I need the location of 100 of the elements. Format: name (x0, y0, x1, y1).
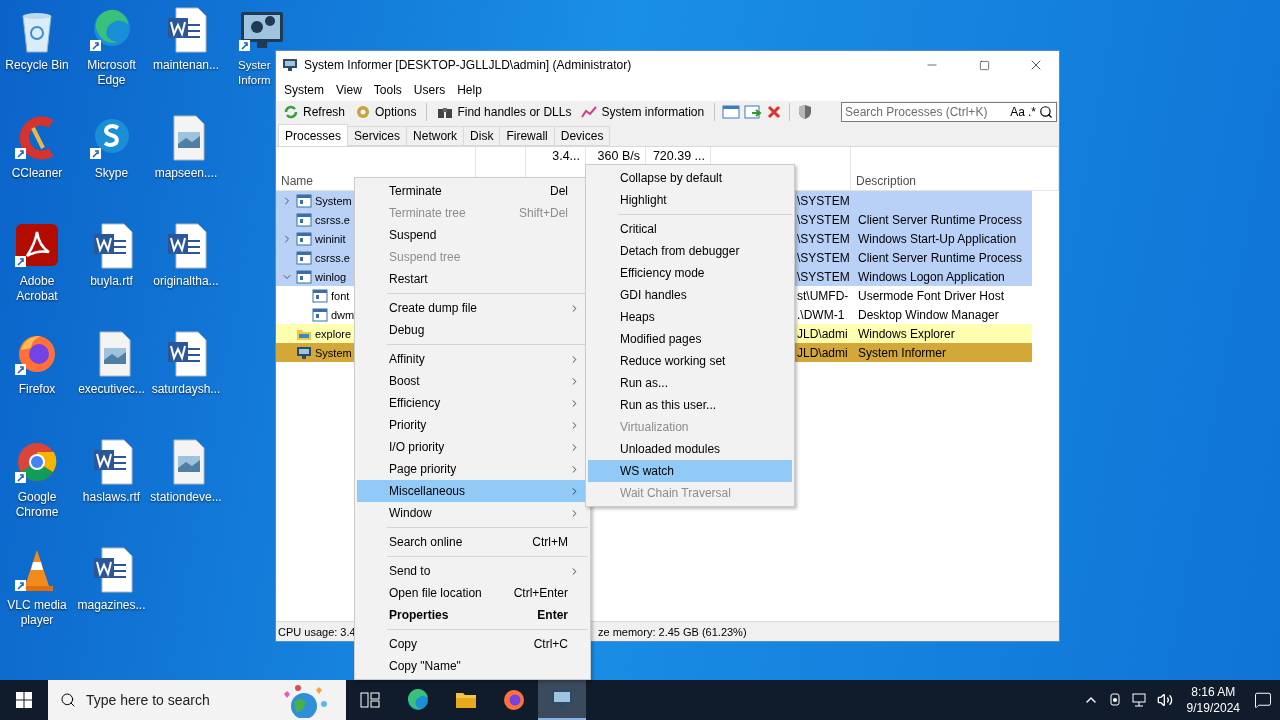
process-icon (296, 250, 312, 265)
shield-icon[interactable] (797, 104, 814, 120)
menu-item[interactable]: GDI handles (588, 284, 792, 306)
process-name: winlog (315, 270, 347, 283)
menu-item[interactable]: Properties Enter (357, 604, 588, 626)
firefox-icon (502, 689, 526, 711)
search-icon (60, 692, 76, 708)
menu-item[interactable]: Critical (588, 218, 792, 240)
search-field[interactable]: Search Processes (Ctrl+K) Aa .* (841, 102, 1057, 122)
user-name: \SYSTEM (796, 269, 851, 284)
menu-bar-item[interactable]: System (278, 83, 330, 97)
menu-item[interactable]: Search online Ctrl+M (357, 531, 588, 553)
menu-item[interactable]: Page priority (357, 458, 588, 480)
process-name: System (315, 194, 352, 207)
acrobat-icon[interactable] (13, 222, 61, 270)
column-total: 3.4... (551, 149, 580, 163)
process-description: Client Server Runtime Process (857, 212, 1024, 227)
toolbar-button[interactable]: Find handles or DLLs (434, 102, 575, 122)
tab[interactable]: Network (406, 126, 465, 146)
menu-item[interactable]: Send to (357, 560, 588, 582)
menu-item[interactable]: Affinity (357, 348, 588, 370)
desktop-icon-label: VLC media player (6, 598, 68, 628)
menu-item[interactable]: I/O priority (357, 436, 588, 458)
user-name: JLD\admi (796, 326, 849, 341)
desktop-icon-label: Recycle Bin (4, 58, 70, 73)
menu-item[interactable]: Heaps (588, 306, 792, 328)
user-name: .\DWM-1 (796, 307, 846, 322)
menu-item[interactable]: Suspend (357, 224, 588, 246)
menu-bar-item[interactable]: Tools (367, 83, 408, 97)
menu-item[interactable]: Miscellaneous (357, 480, 588, 502)
regex-toggle[interactable]: .* (1028, 105, 1036, 119)
desktop-icon-label: maintenan... (151, 58, 220, 73)
desktop-icon-label: mapseen.... (153, 166, 219, 181)
case-toggle[interactable]: Aa (1010, 105, 1025, 119)
user-name: \SYSTEM (796, 250, 851, 265)
menu-item[interactable]: Restart (357, 268, 588, 290)
column-header[interactable]: Description (856, 174, 1053, 188)
menu-item[interactable]: Priority (357, 414, 588, 436)
menu-item[interactable]: Copy Ctrl+C (357, 633, 588, 655)
menu-item[interactable]: Collapse by default (588, 167, 792, 189)
maximize-icon (978, 59, 990, 71)
clock[interactable]: 8:16 AM 9/19/2024 (1180, 684, 1246, 716)
process-icon (296, 345, 312, 360)
menu-item[interactable]: Run as... (588, 372, 792, 394)
menu-item[interactable]: Reduce working set (588, 350, 792, 372)
process-description: Windows Start-Up Application (857, 231, 1018, 246)
menu-item[interactable]: Detach from debugger (588, 240, 792, 262)
tab[interactable]: Devices (553, 126, 611, 146)
process-name: System (315, 346, 352, 359)
network-icon[interactable] (1130, 692, 1149, 708)
process-icon (296, 231, 312, 246)
search-icon[interactable] (1039, 105, 1053, 119)
export-window-icon[interactable] (744, 104, 763, 120)
process-icon (296, 269, 312, 284)
menu-item[interactable]: Efficiency (357, 392, 588, 414)
close-icon[interactable] (766, 104, 783, 120)
notifications-icon[interactable] (1254, 691, 1272, 709)
menu-item[interactable]: Unloaded modules (588, 438, 792, 460)
desktop-icon-label: stationdeve... (149, 490, 223, 505)
menu-item[interactable]: Terminate Del (357, 180, 588, 202)
edge-icon (406, 689, 430, 711)
menu-item[interactable]: Modified pages (588, 328, 792, 350)
tab[interactable]: Disk (463, 126, 501, 146)
menu-item[interactable]: Debug (357, 319, 588, 341)
app-icon (282, 58, 298, 72)
memory-text: ze memory: 2.45 GB (61.23%) (597, 625, 748, 638)
tab[interactable]: Firewall (499, 126, 555, 146)
process-description: Client Server Runtime Process (857, 250, 1024, 265)
taskbar-search-bar[interactable]: Type here to search (48, 680, 346, 720)
menu-item[interactable]: WS watch (588, 460, 792, 482)
menu-item[interactable]: Create dump file (357, 297, 588, 319)
process-icon (296, 193, 312, 208)
menu-item[interactable]: Open file location Ctrl+Enter (357, 582, 588, 604)
process-name: dwm (331, 308, 355, 321)
user-name: \SYSTEM (796, 212, 851, 227)
search-input[interactable]: Type here to search (86, 692, 266, 708)
menu-item[interactable]: Window (357, 502, 588, 524)
menu-item[interactable]: Highlight (588, 189, 792, 211)
volume-icon[interactable] (1156, 692, 1173, 708)
taskbar-app-button[interactable] (538, 680, 586, 720)
toolbar-button[interactable]: Refresh (280, 102, 349, 122)
menu-bar-item[interactable]: Help (451, 83, 488, 97)
desktop-icon-label: saturdaysh... (150, 382, 222, 397)
window-icon[interactable] (722, 104, 741, 120)
toolbar-button[interactable]: Options (352, 102, 420, 122)
column-total: 720.39 ... (651, 149, 705, 163)
menu-bar-item[interactable]: Users (407, 83, 452, 97)
tab[interactable]: Services (347, 126, 408, 146)
monitor-icon (550, 688, 574, 710)
process-icon (296, 212, 312, 227)
menu-item[interactable]: Run as this user... (588, 394, 792, 416)
tab[interactable]: Processes (278, 124, 349, 146)
process-name: explore (315, 327, 352, 340)
menu-item[interactable]: Boost (357, 370, 588, 392)
menu-bar-item[interactable]: View (330, 83, 368, 97)
menu-item[interactable]: Efficiency mode (588, 262, 792, 284)
column-total: 360 B/s (596, 149, 640, 163)
user-name: JLD\admi (796, 345, 849, 360)
toolbar-button[interactable]: System information (578, 102, 708, 122)
menu-item[interactable]: Copy "Name" (357, 655, 588, 677)
